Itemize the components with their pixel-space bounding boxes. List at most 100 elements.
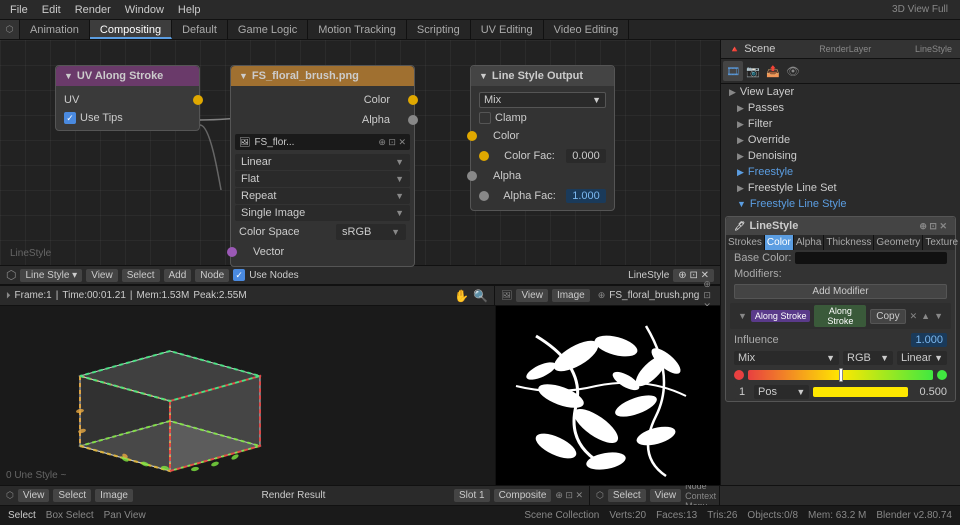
vector-label: Vector [253, 246, 284, 258]
extension-dropdown[interactable]: Flat ▼ [235, 171, 410, 187]
freestyle-lineset-item[interactable]: ▶ Freestyle Line Set [721, 180, 960, 196]
alpha-fac-value[interactable]: 1.000 [566, 189, 606, 203]
ne-bottom-view[interactable]: Select [608, 489, 646, 502]
pos-select[interactable]: Pos ▼ [754, 385, 809, 399]
bl-select-btn[interactable]: Select [53, 489, 91, 502]
base-color-swatch[interactable] [795, 252, 947, 264]
tab-texture[interactable]: Texture [923, 235, 960, 250]
source-dropdown[interactable]: Single Image ▼ [235, 205, 410, 221]
bl-view-btn[interactable]: View [18, 489, 50, 502]
slot-btn[interactable]: Slot 1 [454, 489, 490, 502]
prop-icon-output[interactable]: 📤 [763, 61, 783, 81]
left-viewport-toolbar: ⏵ Frame:1 | Time:00:01.21 | Mem:1.53M Pe… [0, 286, 495, 306]
copy-btn[interactable]: Copy [870, 309, 905, 324]
mix-select[interactable]: Mix ▼ [479, 92, 606, 108]
freestyle-item[interactable]: ▶ Freestyle [721, 164, 960, 180]
influence-value[interactable]: 1.000 [911, 333, 947, 347]
denoising-item[interactable]: ▶ Denoising [721, 148, 960, 164]
tab-motion-tracking[interactable]: Motion Tracking [308, 20, 407, 39]
mod-rgb-select[interactable]: RGB ▼ [843, 351, 893, 365]
menu-help[interactable]: Help [172, 0, 207, 20]
tab-geometry[interactable]: Geometry [874, 235, 923, 250]
ne-node-btn[interactable]: Node [195, 269, 229, 282]
tab-game-logic[interactable]: Game Logic [228, 20, 308, 39]
pos-arrow: ▼ [796, 387, 805, 397]
status-collection: Scene Collection [524, 510, 599, 521]
filter-item[interactable]: ▶ Filter [721, 116, 960, 132]
ne-select-btn[interactable]: Select [122, 269, 160, 282]
override-item[interactable]: ▶ Override [721, 132, 960, 148]
node-uv-along-stroke: ▼ UV Along Stroke UV ✓ Use Tips [55, 65, 200, 131]
gradient-handle[interactable] [839, 368, 843, 382]
mod-up-icon[interactable]: ▲ [921, 311, 930, 321]
interpolation-dropdown[interactable]: Linear ▼ [235, 154, 410, 170]
prop-icon-active[interactable]: 🎞 [723, 61, 743, 81]
menu-edit[interactable]: Edit [36, 0, 67, 20]
render-result-label: Render Result [262, 490, 326, 501]
pos-value: 0.500 [912, 386, 947, 398]
mod-toggle[interactable]: ▼ [738, 311, 747, 321]
tab-uv-editing[interactable]: UV Editing [471, 20, 544, 39]
ne-bottom-icon: ⬡ [596, 490, 604, 501]
gradient-bar[interactable] [748, 370, 933, 380]
ls-icons: ⊕ ⊡ ✕ [919, 221, 947, 232]
node-fs-header: ▼ FS_floral_brush.png [231, 66, 414, 86]
mod-mix-select[interactable]: Mix ▼ [734, 351, 839, 365]
prop-icon-render[interactable]: 📷 [743, 61, 763, 81]
tab-animation[interactable]: Animation [20, 20, 90, 39]
use-tips-label: Use Tips [80, 112, 123, 124]
color-space-dropdown[interactable]: sRGB ▼ [336, 224, 406, 240]
right-viewport-toolbar: 🖼 View Image ⊕ FS_floral_brush.png ⊕ ⊡ ✕ [495, 286, 720, 306]
menu-window[interactable]: Window [119, 0, 170, 20]
tab-strokes[interactable]: Strokes [726, 235, 765, 250]
base-color-label: Base Color: [734, 252, 791, 264]
clamp-checkbox[interactable] [479, 112, 491, 124]
tab-color[interactable]: Color [765, 235, 794, 250]
image-mode-dropdown[interactable]: Repeat ▼ [235, 188, 410, 204]
mod-down-icon[interactable]: ▼ [934, 311, 943, 321]
prop-icon-view[interactable]: 👁 [783, 61, 803, 81]
mod-linear-select[interactable]: Linear ▼ [897, 351, 947, 365]
gradient-end-color[interactable] [937, 370, 947, 380]
node-line-style-output: ▼ Line Style Output Mix ▼ [470, 65, 615, 211]
composite-btn[interactable]: Composite [494, 489, 552, 502]
tab-compositing[interactable]: Compositing [90, 20, 172, 39]
tab-alpha[interactable]: Alpha [794, 235, 825, 250]
node-fs-image-preview[interactable]: 🖼 FS_flor... ⊕ ⊡ ✕ [235, 134, 410, 150]
gradient-start-color[interactable] [734, 370, 744, 380]
viewport-content: 0 Une Style ~ [0, 306, 720, 485]
ne-line-style-btn[interactable]: Line Style ▾ [20, 269, 82, 282]
passes-item[interactable]: ▶ Passes [721, 100, 960, 116]
menu-file[interactable]: File [4, 0, 34, 20]
socket-alpha-label: Alpha [239, 114, 390, 126]
use-tips-checkbox[interactable]: ✓ [64, 112, 76, 124]
node-output-toggle[interactable]: ▼ [479, 71, 488, 81]
ne-bottom-select[interactable]: View [650, 489, 682, 502]
rv-image-btn[interactable]: Image [552, 289, 590, 302]
node-uv-toggle[interactable]: ▼ [64, 71, 73, 81]
tab-default[interactable]: Default [172, 20, 228, 39]
use-nodes-checkbox[interactable]: ✓ [233, 269, 245, 281]
viewport-left-content: 0 Une Style ~ [0, 306, 495, 485]
mod-delete-icon[interactable]: ✕ [910, 311, 918, 322]
node-fs-toggle[interactable]: ▼ [239, 71, 248, 81]
bl-image-btn[interactable]: Image [95, 489, 133, 502]
freestyle-linestyle-item[interactable]: ▼ Freestyle Line Style [721, 196, 960, 212]
view-layer-item[interactable]: ▶ View Layer [721, 84, 960, 100]
scene-icon: 🔺 [729, 44, 740, 55]
ue-style-label: 0 Une Style ~ [6, 470, 66, 481]
ne-add-btn[interactable]: Add [164, 269, 192, 282]
add-modifier-btn[interactable]: Add Modifier [734, 284, 947, 299]
menu-render[interactable]: Render [69, 0, 117, 20]
rv-view-btn[interactable]: View [516, 289, 548, 302]
color-fac-value[interactable]: 0.000 [566, 149, 606, 163]
tab-thickness[interactable]: Thickness [824, 235, 874, 250]
linestyle-title: 🖊 LineStyle ⊕ ⊡ ✕ [726, 217, 955, 235]
flstyle-label: Freestyle Line Style [750, 198, 847, 210]
ne-view-btn[interactable]: View [86, 269, 118, 282]
image-icon: 🖼 [239, 137, 250, 148]
tab-scripting[interactable]: Scripting [407, 20, 471, 39]
alpha-fac-label: Alpha Fac: [503, 190, 556, 202]
tab-video-editing[interactable]: Video Editing [544, 20, 630, 39]
pos-bar[interactable] [813, 387, 908, 397]
